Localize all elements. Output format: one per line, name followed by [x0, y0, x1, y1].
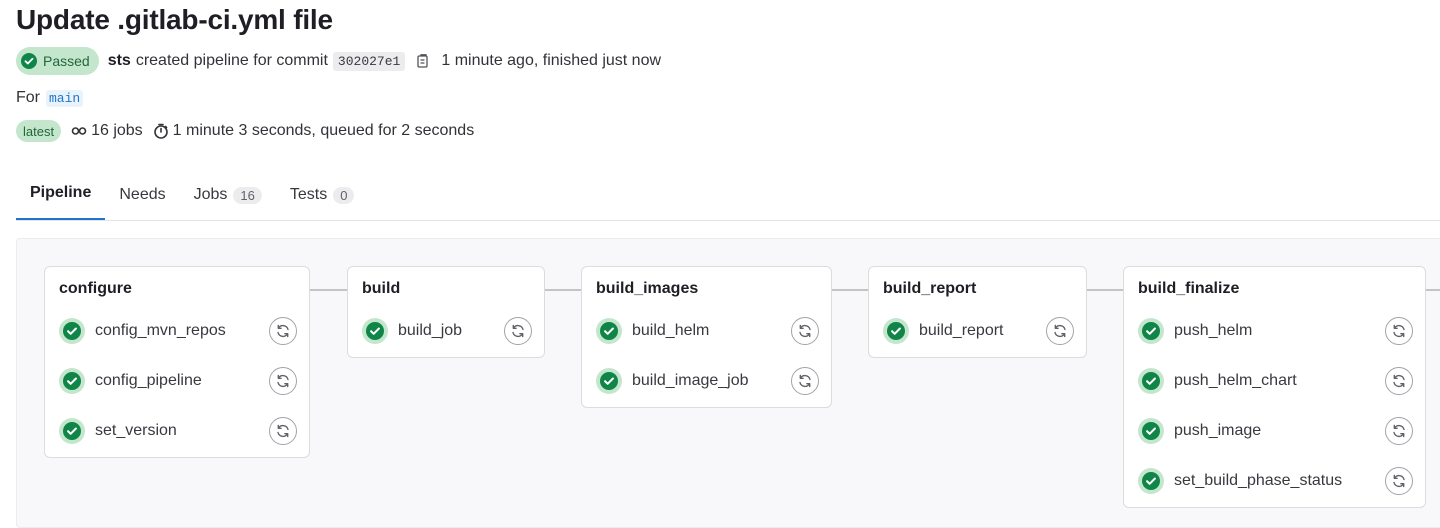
retry-icon[interactable] [791, 367, 819, 395]
job-name: build_report [919, 322, 1004, 339]
status-success-icon [1138, 468, 1164, 494]
status-success-icon [1138, 318, 1164, 344]
page-title: Update .gitlab-ci.yml file [16, 4, 333, 35]
retry-icon[interactable] [504, 317, 532, 345]
stage-column-build: build build_job [347, 266, 545, 358]
author-link[interactable]: sts [108, 52, 131, 70]
status-success-icon [59, 418, 85, 444]
job-item[interactable]: config_mvn_repos [59, 318, 226, 344]
status-success-icon [362, 318, 388, 344]
status-success-icon [59, 318, 85, 344]
job-name: set_version [95, 422, 177, 439]
retry-icon[interactable] [269, 317, 297, 345]
job-name: build_job [398, 322, 463, 339]
job-name: push_image [1174, 422, 1262, 439]
retry-icon[interactable] [1385, 417, 1413, 445]
stage-title: configure [59, 280, 132, 297]
pipeline-time: 1 minute ago, finished just now [441, 52, 662, 69]
status-badge[interactable]: Passed [16, 47, 99, 75]
pipeline-summary: Passed sts created pipeline for commit 3… [16, 47, 661, 75]
for-label: For [16, 89, 40, 106]
tab-pipeline[interactable]: Pipeline [16, 170, 106, 220]
stage-column-build-report: build_report build_report [868, 266, 1087, 358]
pipeline-graph: configure config_mvn_repos config_pipeline… [16, 238, 1440, 528]
job-name: build_helm [632, 322, 710, 339]
stage-connector [1426, 289, 1440, 291]
job-item[interactable]: set_build_phase_status [1138, 468, 1342, 494]
retry-icon[interactable] [1046, 317, 1074, 345]
job-item[interactable]: push_helm [1138, 318, 1252, 344]
tab-label: Pipeline [30, 184, 92, 201]
ref-row: For main [16, 87, 84, 109]
job-name: config_pipeline [95, 372, 202, 389]
copy-icon[interactable] [415, 53, 431, 69]
tab-tests[interactable]: Tests 0 [276, 170, 369, 206]
status-success-icon [883, 318, 909, 344]
stage-connector [545, 289, 581, 291]
job-item[interactable]: config_pipeline [59, 368, 202, 394]
created-text: created pipeline for commit [135, 52, 328, 69]
status-success-icon [596, 318, 622, 344]
retry-icon[interactable] [1385, 317, 1413, 345]
status-success-icon [59, 368, 85, 394]
status-success-icon [596, 368, 622, 394]
stage-connector [1087, 289, 1123, 291]
retry-icon[interactable] [1385, 467, 1413, 495]
stage-column-configure: configure config_mvn_repos config_pipeline… [44, 266, 310, 458]
tab-label: Needs [119, 186, 166, 203]
stage-title: build_images [596, 280, 699, 297]
job-item[interactable]: build_report [883, 318, 1004, 344]
job-name: push_helm [1174, 322, 1253, 339]
tab-count-badge: 16 [233, 186, 262, 204]
job-item[interactable]: build_job [362, 318, 462, 344]
job-name: set_build_phase_status [1174, 472, 1343, 489]
stage-title: build_report [883, 280, 977, 297]
job-name: push_helm_chart [1174, 372, 1297, 389]
pipeline-tabs: Pipeline Needs Jobs 16 Tests 0 [16, 170, 1440, 221]
tab-needs[interactable]: Needs [105, 170, 179, 206]
stage-column-build-images: build_images build_helm build_image_job [581, 266, 832, 408]
jobs-count: 16 jobs [91, 122, 143, 139]
status-success-icon [1138, 418, 1164, 444]
stage-connector [310, 289, 347, 291]
tab-count-badge: 0 [333, 186, 355, 204]
retry-icon[interactable] [269, 417, 297, 445]
commit-sha[interactable]: 302027e1 [332, 51, 406, 71]
stage-title: build [362, 280, 401, 297]
retry-icon[interactable] [1385, 367, 1413, 395]
stage-column-build-finalize: build_finalize push_helm push_helm_chartpu… [1123, 266, 1426, 508]
status-success-icon [1138, 368, 1164, 394]
latest-badge: latest [16, 120, 62, 142]
timer-icon [153, 123, 169, 139]
pipeline-meta: latest 16 jobs 1 minute 3 seconds, queue… [16, 119, 474, 143]
retry-icon[interactable] [269, 367, 297, 395]
duration-text: 1 minute 3 seconds, queued for 2 seconds [172, 122, 475, 139]
tab-label: Jobs [193, 186, 228, 203]
retry-icon[interactable] [791, 317, 819, 345]
stage-title: build_finalize [1138, 280, 1240, 297]
needs-icon [71, 123, 87, 139]
stage-connector [832, 289, 868, 291]
job-item[interactable]: push_image [1138, 418, 1261, 444]
job-item[interactable]: build_helm [596, 318, 709, 344]
job-name: config_mvn_repos [95, 322, 226, 339]
job-name: build_image_job [632, 372, 749, 389]
job-item[interactable]: build_image_job [596, 368, 749, 394]
job-item[interactable]: push_helm_chart [1138, 368, 1297, 394]
job-item[interactable]: set_version [59, 418, 177, 444]
tab-label: Tests [289, 186, 328, 203]
status-badge-label: Passed [43, 53, 90, 69]
status-success-icon [21, 53, 37, 69]
tab-jobs[interactable]: Jobs 16 [180, 170, 276, 206]
branch-link[interactable]: main [46, 89, 84, 107]
